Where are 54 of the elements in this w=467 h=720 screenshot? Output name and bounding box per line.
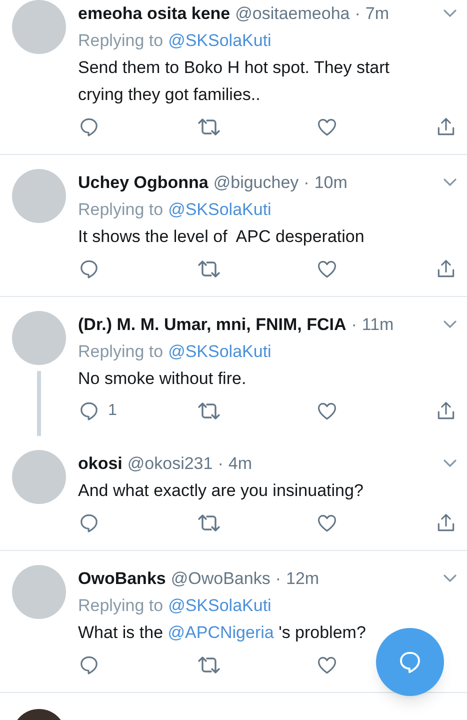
replying-label: Replying to [78, 341, 164, 363]
retweet-icon[interactable] [197, 400, 221, 422]
share-icon[interactable] [435, 400, 457, 422]
author-name[interactable]: emeoha osita kene [78, 0, 230, 27]
reply-icon[interactable] [78, 258, 100, 280]
chevron-down-icon[interactable] [443, 320, 457, 329]
chevron-down-icon[interactable] [443, 178, 457, 187]
author-name[interactable]: (Dr.) M. M. Umar, mni, FNIM, FCIA [78, 311, 346, 338]
separator-dot: · [275, 568, 281, 590]
timestamp: 7m [365, 3, 390, 25]
replying-label: Replying to [78, 595, 164, 617]
heart-icon[interactable] [316, 258, 338, 280]
chevron-down-icon[interactable] [443, 459, 457, 468]
separator-dot: · [304, 172, 310, 194]
heart-icon[interactable] [316, 116, 338, 138]
reply-icon[interactable] [78, 512, 100, 534]
retweet-icon[interactable] [197, 258, 221, 280]
timestamp: 4m [228, 453, 252, 475]
reply-count: 1 [108, 401, 117, 421]
retweet-icon[interactable] [197, 654, 221, 676]
timestamp: 11m [362, 314, 394, 336]
timestamp: 12m [286, 568, 320, 590]
heart-icon[interactable] [316, 512, 338, 534]
chevron-down-icon[interactable] [443, 9, 457, 18]
speech-bubble-icon [397, 649, 423, 675]
tweet-text: And what exactly are you insinuating? [78, 480, 364, 502]
author-name[interactable]: OwoBanks [78, 565, 166, 592]
retweet-icon[interactable] [197, 512, 221, 534]
tweet-text: It shows the level of APC desperation [78, 226, 366, 248]
replying-label: Replying to [78, 199, 164, 221]
author-name[interactable]: okosi [78, 450, 122, 477]
share-icon[interactable] [435, 258, 457, 280]
replying-label: Replying to [78, 30, 164, 52]
author-handle: @ositaemeoha [235, 3, 350, 25]
tweet-text: Send them to Boko H hot spot. They start crying they got families.. [78, 57, 391, 106]
share-icon[interactable] [435, 512, 457, 534]
retweet-icon[interactable] [197, 116, 221, 138]
chevron-down-icon[interactable] [443, 574, 457, 583]
timestamp: 10m [314, 172, 348, 194]
share-icon[interactable] [435, 116, 457, 138]
author-name[interactable]: Uchey Ogbonna [78, 169, 208, 196]
reply-icon[interactable] [78, 400, 100, 422]
tweet-text: No smoke without fire. [78, 368, 248, 390]
author-handle: @okosi231 [127, 453, 213, 475]
separator-dot: · [218, 453, 224, 475]
heart-icon[interactable] [316, 400, 338, 422]
heart-icon[interactable] [316, 654, 338, 676]
author-handle: @biguchey [213, 172, 299, 194]
separator-dot: · [351, 314, 357, 336]
separator-dot: · [354, 3, 360, 25]
tweet-text: What is the @APCNigeria 's problem? [78, 622, 367, 644]
reply-icon[interactable] [78, 654, 100, 676]
reply-icon[interactable] [78, 116, 100, 138]
author-handle: @OwoBanks [170, 568, 270, 590]
